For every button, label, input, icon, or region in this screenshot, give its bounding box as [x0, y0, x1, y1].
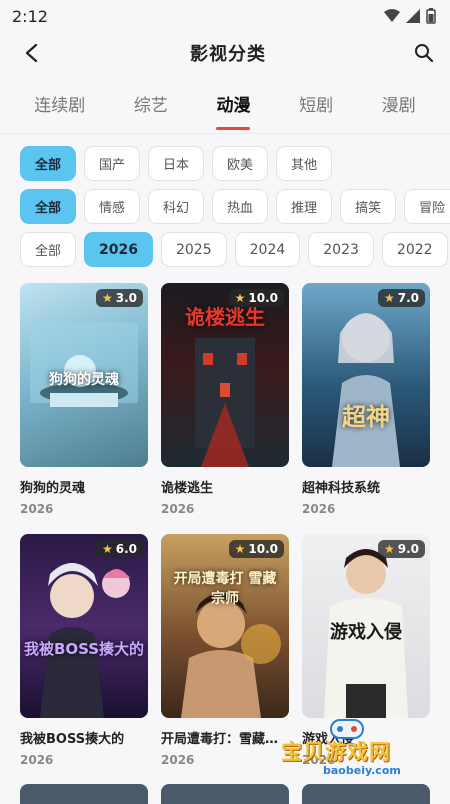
anime-grid: 狗狗的灵魂 ★ 3.0 狗狗的灵魂 2026 诡楼逃生 ★ 10.0 诡楼逃生 20… — [0, 271, 450, 767]
star-icon: ★ — [234, 291, 246, 305]
card-title: 诡楼逃生 — [161, 481, 214, 496]
poster-image: 诡楼逃生 ★ 10.0 — [161, 283, 289, 467]
status-time: 2:12 — [12, 6, 48, 26]
poster-image: 狗狗的灵魂 ★ 3.0 — [20, 283, 148, 467]
poster-title-text: 狗狗的灵魂 — [49, 372, 119, 388]
card-title: 开局遭毒打：雪藏宗师 — [161, 732, 289, 747]
poster-image: 开局遭毒打 雪藏宗师 ★ 10.0 — [161, 534, 289, 718]
region-chip[interactable]: 国产 — [84, 146, 141, 181]
genre-chip[interactable]: 情感 — [84, 189, 141, 224]
poster-image[interactable] — [302, 784, 430, 804]
year-chip[interactable]: 2025 — [160, 232, 227, 267]
card-title: 超神科技系统 — [302, 481, 381, 496]
star-icon: ★ — [234, 542, 246, 556]
year-chip[interactable]: 2024 — [234, 232, 301, 267]
genre-chip[interactable]: 热血 — [212, 189, 269, 224]
signal-icon — [406, 9, 420, 23]
rating-value: 3.0 — [115, 291, 137, 305]
tab-zongyi[interactable]: 综艺 — [134, 74, 168, 134]
anime-card[interactable]: 狗狗的灵魂 ★ 3.0 狗狗的灵魂 2026 — [20, 283, 148, 516]
genre-chip[interactable]: 冒险 — [404, 189, 450, 224]
star-icon: ★ — [383, 542, 395, 556]
category-tabs: 连续剧 综艺 动漫 短剧 漫剧 — [0, 74, 450, 134]
poster-image: 超神 ★ 7.0 — [302, 283, 430, 467]
rating-badge: ★ 10.0 — [228, 540, 284, 558]
watermark-text: 宝贝游戏网 — [281, 740, 391, 764]
card-year: 2026 — [161, 502, 195, 516]
year-filter-row: 全部 2026 2025 2024 2023 2022 — [20, 228, 450, 271]
rating-value: 9.0 — [397, 542, 419, 556]
anime-card[interactable]: 诡楼逃生 ★ 10.0 诡楼逃生 2026 — [161, 283, 289, 516]
card-year: 2026 — [20, 502, 54, 516]
anime-card[interactable]: 开局遭毒打 雪藏宗师 ★ 10.0 开局遭毒打：雪藏宗师 2026 — [161, 534, 289, 767]
status-icons — [384, 8, 436, 24]
rating-badge: ★ 10.0 — [228, 289, 284, 307]
genre-chip[interactable]: 全部 — [20, 189, 77, 224]
poster-title-text: 超神 — [342, 403, 390, 431]
rating-value: 10.0 — [248, 542, 278, 556]
poster-image: 我被BOSS揍大的 ★ 6.0 — [20, 534, 148, 718]
watermark-url: baobeiy.com — [323, 764, 401, 777]
poster-title-text: 我被BOSS揍大的 — [23, 640, 145, 658]
rating-badge: ★ 3.0 — [95, 289, 143, 307]
rating-value: 10.0 — [248, 291, 278, 305]
genre-filter-row: 全部 情感 科幻 热血 推理 搞笑 冒险 — [20, 185, 450, 228]
star-icon: ★ — [101, 291, 113, 305]
card-year: 2026 — [161, 753, 195, 767]
filter-panel: 全部 国产 日本 欧美 其他 全部 情感 科幻 热血 推理 搞笑 冒险 全部 2… — [0, 134, 450, 271]
region-chip[interactable]: 其他 — [276, 146, 333, 181]
search-icon[interactable] — [414, 43, 434, 63]
year-chip[interactable]: 2026 — [84, 232, 153, 267]
rating-badge: ★ 9.0 — [377, 540, 425, 558]
star-icon: ★ — [383, 291, 395, 305]
year-chip[interactable]: 2022 — [381, 232, 448, 267]
back-arrow-icon[interactable] — [22, 43, 42, 63]
year-chip[interactable]: 全部 — [20, 232, 77, 267]
card-title: 我被BOSS揍大的 — [20, 732, 125, 747]
region-chip[interactable]: 全部 — [20, 146, 77, 181]
genre-chip[interactable]: 科幻 — [148, 189, 205, 224]
wifi-icon — [384, 9, 400, 22]
region-chip[interactable]: 欧美 — [212, 146, 269, 181]
poster-image[interactable] — [161, 784, 289, 804]
genre-chip[interactable]: 推理 — [276, 189, 333, 224]
rating-badge: ★ 7.0 — [377, 289, 425, 307]
anime-card[interactable]: 我被BOSS揍大的 ★ 6.0 我被BOSS揍大的 2026 — [20, 534, 148, 767]
watermark-logo: 宝贝游戏网 baobeiy.com — [275, 719, 425, 782]
tab-duanju[interactable]: 短剧 — [299, 74, 333, 134]
tab-lianxuju[interactable]: 连续剧 — [34, 74, 85, 134]
battery-icon — [426, 8, 436, 24]
card-year: 2026 — [302, 502, 336, 516]
page-title: 影视分类 — [190, 44, 266, 65]
poster-title-text: 游戏入侵 — [330, 622, 402, 643]
next-row-posters — [20, 784, 430, 804]
tab-dongman[interactable]: 动漫 — [216, 74, 250, 134]
rating-value: 7.0 — [397, 291, 419, 305]
year-chip[interactable]: 2023 — [308, 232, 374, 267]
card-year: 2026 — [20, 753, 54, 767]
rating-value: 6.0 — [115, 542, 137, 556]
region-filter-row: 全部 国产 日本 欧美 其他 — [20, 142, 450, 185]
genre-chip[interactable]: 搞笑 — [340, 189, 397, 224]
anime-card[interactable]: 超神 ★ 7.0 超神科技系统 2026 — [302, 283, 430, 516]
status-bar: 2:12 — [0, 0, 450, 32]
poster-image[interactable] — [20, 784, 148, 804]
poster-image: 游戏入侵 ★ 9.0 — [302, 534, 430, 718]
rating-badge: ★ 6.0 — [95, 540, 143, 558]
poster-title-text: 开局遭毒打 雪藏宗师 — [173, 571, 277, 607]
star-icon: ★ — [101, 542, 113, 556]
header: 影视分类 — [0, 32, 450, 74]
tab-manju[interactable]: 漫剧 — [382, 74, 416, 134]
card-title: 狗狗的灵魂 — [20, 481, 86, 496]
region-chip[interactable]: 日本 — [148, 146, 205, 181]
